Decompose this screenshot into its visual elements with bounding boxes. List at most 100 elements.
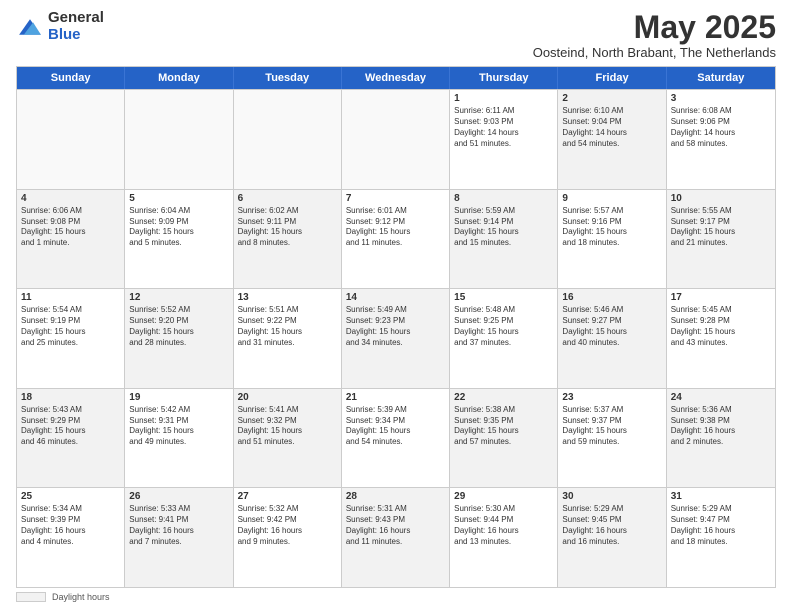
day-info: Sunrise: 5:59 AM Sunset: 9:14 PM Dayligh… <box>454 206 553 249</box>
day-info: Sunrise: 6:10 AM Sunset: 9:04 PM Dayligh… <box>562 106 661 149</box>
header-day-monday: Monday <box>125 67 233 89</box>
logo: General Blue <box>16 10 104 43</box>
day-info: Sunrise: 5:55 AM Sunset: 9:17 PM Dayligh… <box>671 206 771 249</box>
header-day-wednesday: Wednesday <box>342 67 450 89</box>
day-number: 18 <box>21 392 120 403</box>
header-day-saturday: Saturday <box>667 67 775 89</box>
day-info: Sunrise: 5:52 AM Sunset: 9:20 PM Dayligh… <box>129 305 228 348</box>
day-info: Sunrise: 5:51 AM Sunset: 9:22 PM Dayligh… <box>238 305 337 348</box>
day-number: 10 <box>671 193 771 204</box>
calendar-body: 1 Sunrise: 6:11 AM Sunset: 9:03 PM Daylig… <box>17 89 775 587</box>
day-info: Sunrise: 6:11 AM Sunset: 9:03 PM Dayligh… <box>454 106 553 149</box>
day-info: Sunrise: 6:01 AM Sunset: 9:12 PM Dayligh… <box>346 206 445 249</box>
day-info: Sunrise: 5:41 AM Sunset: 9:32 PM Dayligh… <box>238 405 337 448</box>
day-info: Sunrise: 5:43 AM Sunset: 9:29 PM Dayligh… <box>21 405 120 448</box>
day-number: 3 <box>671 93 771 104</box>
day-cell-2: 2Sunrise: 6:10 AM Sunset: 9:04 PM Daylig… <box>558 90 666 189</box>
day-cell-9: 9Sunrise: 5:57 AM Sunset: 9:16 PM Daylig… <box>558 190 666 289</box>
header-day-sunday: Sunday <box>17 67 125 89</box>
day-number: 25 <box>21 491 120 502</box>
day-info: Sunrise: 6:06 AM Sunset: 9:08 PM Dayligh… <box>21 206 120 249</box>
day-cell-12: 12Sunrise: 5:52 AM Sunset: 9:20 PM Dayli… <box>125 289 233 388</box>
footer: Daylight hours <box>16 592 776 602</box>
day-info: Sunrise: 5:48 AM Sunset: 9:25 PM Dayligh… <box>454 305 553 348</box>
day-number: 7 <box>346 193 445 204</box>
day-cell-26: 26Sunrise: 5:33 AM Sunset: 9:41 PM Dayli… <box>125 488 233 587</box>
day-cell-8: 8 Sunrise: 5:59 AM Sunset: 9:14 PM Daylig… <box>450 190 558 289</box>
day-info: Sunrise: 5:57 AM Sunset: 9:16 PM Dayligh… <box>562 206 661 249</box>
day-info: Sunrise: 5:38 AM Sunset: 9:35 PM Dayligh… <box>454 405 553 448</box>
day-cell-24: 24Sunrise: 5:36 AM Sunset: 9:38 PM Dayli… <box>667 389 775 488</box>
day-info: Sunrise: 5:29 AM Sunset: 9:47 PM Dayligh… <box>671 504 771 547</box>
footer-swatch <box>16 592 46 602</box>
day-info: Sunrise: 5:39 AM Sunset: 9:34 PM Dayligh… <box>346 405 445 448</box>
day-cell-29: 29 Sunrise: 5:30 AM Sunset: 9:44 PM Dayli… <box>450 488 558 587</box>
empty-cell <box>342 90 450 189</box>
day-cell-22: 22 Sunrise: 5:38 AM Sunset: 9:35 PM Dayli… <box>450 389 558 488</box>
calendar-week-3: 11Sunrise: 5:54 AM Sunset: 9:19 PM Dayli… <box>17 288 775 388</box>
day-cell-14: 14 Sunrise: 5:49 AM Sunset: 9:23 PM Dayli… <box>342 289 450 388</box>
day-cell-7: 7 Sunrise: 6:01 AM Sunset: 9:12 PM Daylig… <box>342 190 450 289</box>
title-block: May 2025 Oosteind, North Brabant, The Ne… <box>533 10 776 60</box>
calendar-week-1: 1 Sunrise: 6:11 AM Sunset: 9:03 PM Daylig… <box>17 89 775 189</box>
day-number: 29 <box>454 491 553 502</box>
day-number: 17 <box>671 292 771 303</box>
day-number: 6 <box>238 193 337 204</box>
day-cell-21: 21 Sunrise: 5:39 AM Sunset: 9:34 PM Dayli… <box>342 389 450 488</box>
day-number: 5 <box>129 193 228 204</box>
day-info: Sunrise: 5:29 AM Sunset: 9:45 PM Dayligh… <box>562 504 661 547</box>
day-info: Sunrise: 6:02 AM Sunset: 9:11 PM Dayligh… <box>238 206 337 249</box>
header-day-tuesday: Tuesday <box>234 67 342 89</box>
day-cell-15: 15 Sunrise: 5:48 AM Sunset: 9:25 PM Dayli… <box>450 289 558 388</box>
logo-general-text: General <box>48 10 104 27</box>
day-cell-4: 4Sunrise: 6:06 AM Sunset: 9:08 PM Daylig… <box>17 190 125 289</box>
day-cell-25: 25Sunrise: 5:34 AM Sunset: 9:39 PM Dayli… <box>17 488 125 587</box>
day-number: 30 <box>562 491 661 502</box>
day-number: 26 <box>129 491 228 502</box>
day-info: Sunrise: 6:04 AM Sunset: 9:09 PM Dayligh… <box>129 206 228 249</box>
calendar-header: SundayMondayTuesdayWednesdayThursdayFrid… <box>17 67 775 89</box>
empty-cell <box>234 90 342 189</box>
day-info: Sunrise: 5:37 AM Sunset: 9:37 PM Dayligh… <box>562 405 661 448</box>
day-cell-31: 31Sunrise: 5:29 AM Sunset: 9:47 PM Dayli… <box>667 488 775 587</box>
day-number: 19 <box>129 392 228 403</box>
day-cell-18: 18 Sunrise: 5:43 AM Sunset: 9:29 PM Dayli… <box>17 389 125 488</box>
header-day-thursday: Thursday <box>450 67 558 89</box>
logo-blue-text: Blue <box>48 27 104 44</box>
day-info: Sunrise: 5:30 AM Sunset: 9:44 PM Dayligh… <box>454 504 553 547</box>
day-cell-16: 16 Sunrise: 5:46 AM Sunset: 9:27 PM Dayli… <box>558 289 666 388</box>
day-number: 24 <box>671 392 771 403</box>
day-cell-10: 10 Sunrise: 5:55 AM Sunset: 9:17 PM Dayli… <box>667 190 775 289</box>
day-cell-28: 28Sunrise: 5:31 AM Sunset: 9:43 PM Dayli… <box>342 488 450 587</box>
day-info: Sunrise: 5:32 AM Sunset: 9:42 PM Dayligh… <box>238 504 337 547</box>
day-cell-30: 30 Sunrise: 5:29 AM Sunset: 9:45 PM Dayli… <box>558 488 666 587</box>
day-number: 14 <box>346 292 445 303</box>
day-number: 1 <box>454 93 553 104</box>
day-cell-17: 17 Sunrise: 5:45 AM Sunset: 9:28 PM Dayli… <box>667 289 775 388</box>
calendar: SundayMondayTuesdayWednesdayThursdayFrid… <box>16 66 776 588</box>
day-cell-19: 19Sunrise: 5:42 AM Sunset: 9:31 PM Dayli… <box>125 389 233 488</box>
day-cell-11: 11Sunrise: 5:54 AM Sunset: 9:19 PM Dayli… <box>17 289 125 388</box>
day-cell-6: 6 Sunrise: 6:02 AM Sunset: 9:11 PM Daylig… <box>234 190 342 289</box>
day-number: 22 <box>454 392 553 403</box>
day-number: 15 <box>454 292 553 303</box>
day-info: Sunrise: 5:49 AM Sunset: 9:23 PM Dayligh… <box>346 305 445 348</box>
day-info: Sunrise: 5:45 AM Sunset: 9:28 PM Dayligh… <box>671 305 771 348</box>
month-title: May 2025 <box>533 10 776 45</box>
day-number: 11 <box>21 292 120 303</box>
page: General Blue May 2025 Oosteind, North Br… <box>0 0 792 612</box>
day-cell-13: 13 Sunrise: 5:51 AM Sunset: 9:22 PM Dayli… <box>234 289 342 388</box>
header: General Blue May 2025 Oosteind, North Br… <box>16 10 776 60</box>
day-number: 13 <box>238 292 337 303</box>
day-number: 8 <box>454 193 553 204</box>
day-number: 16 <box>562 292 661 303</box>
empty-cell <box>125 90 233 189</box>
day-info: Sunrise: 5:46 AM Sunset: 9:27 PM Dayligh… <box>562 305 661 348</box>
logo-icon <box>16 13 44 41</box>
day-number: 21 <box>346 392 445 403</box>
footer-label: Daylight hours <box>52 592 110 602</box>
day-number: 20 <box>238 392 337 403</box>
header-day-friday: Friday <box>558 67 666 89</box>
day-cell-1: 1 Sunrise: 6:11 AM Sunset: 9:03 PM Daylig… <box>450 90 558 189</box>
day-number: 23 <box>562 392 661 403</box>
